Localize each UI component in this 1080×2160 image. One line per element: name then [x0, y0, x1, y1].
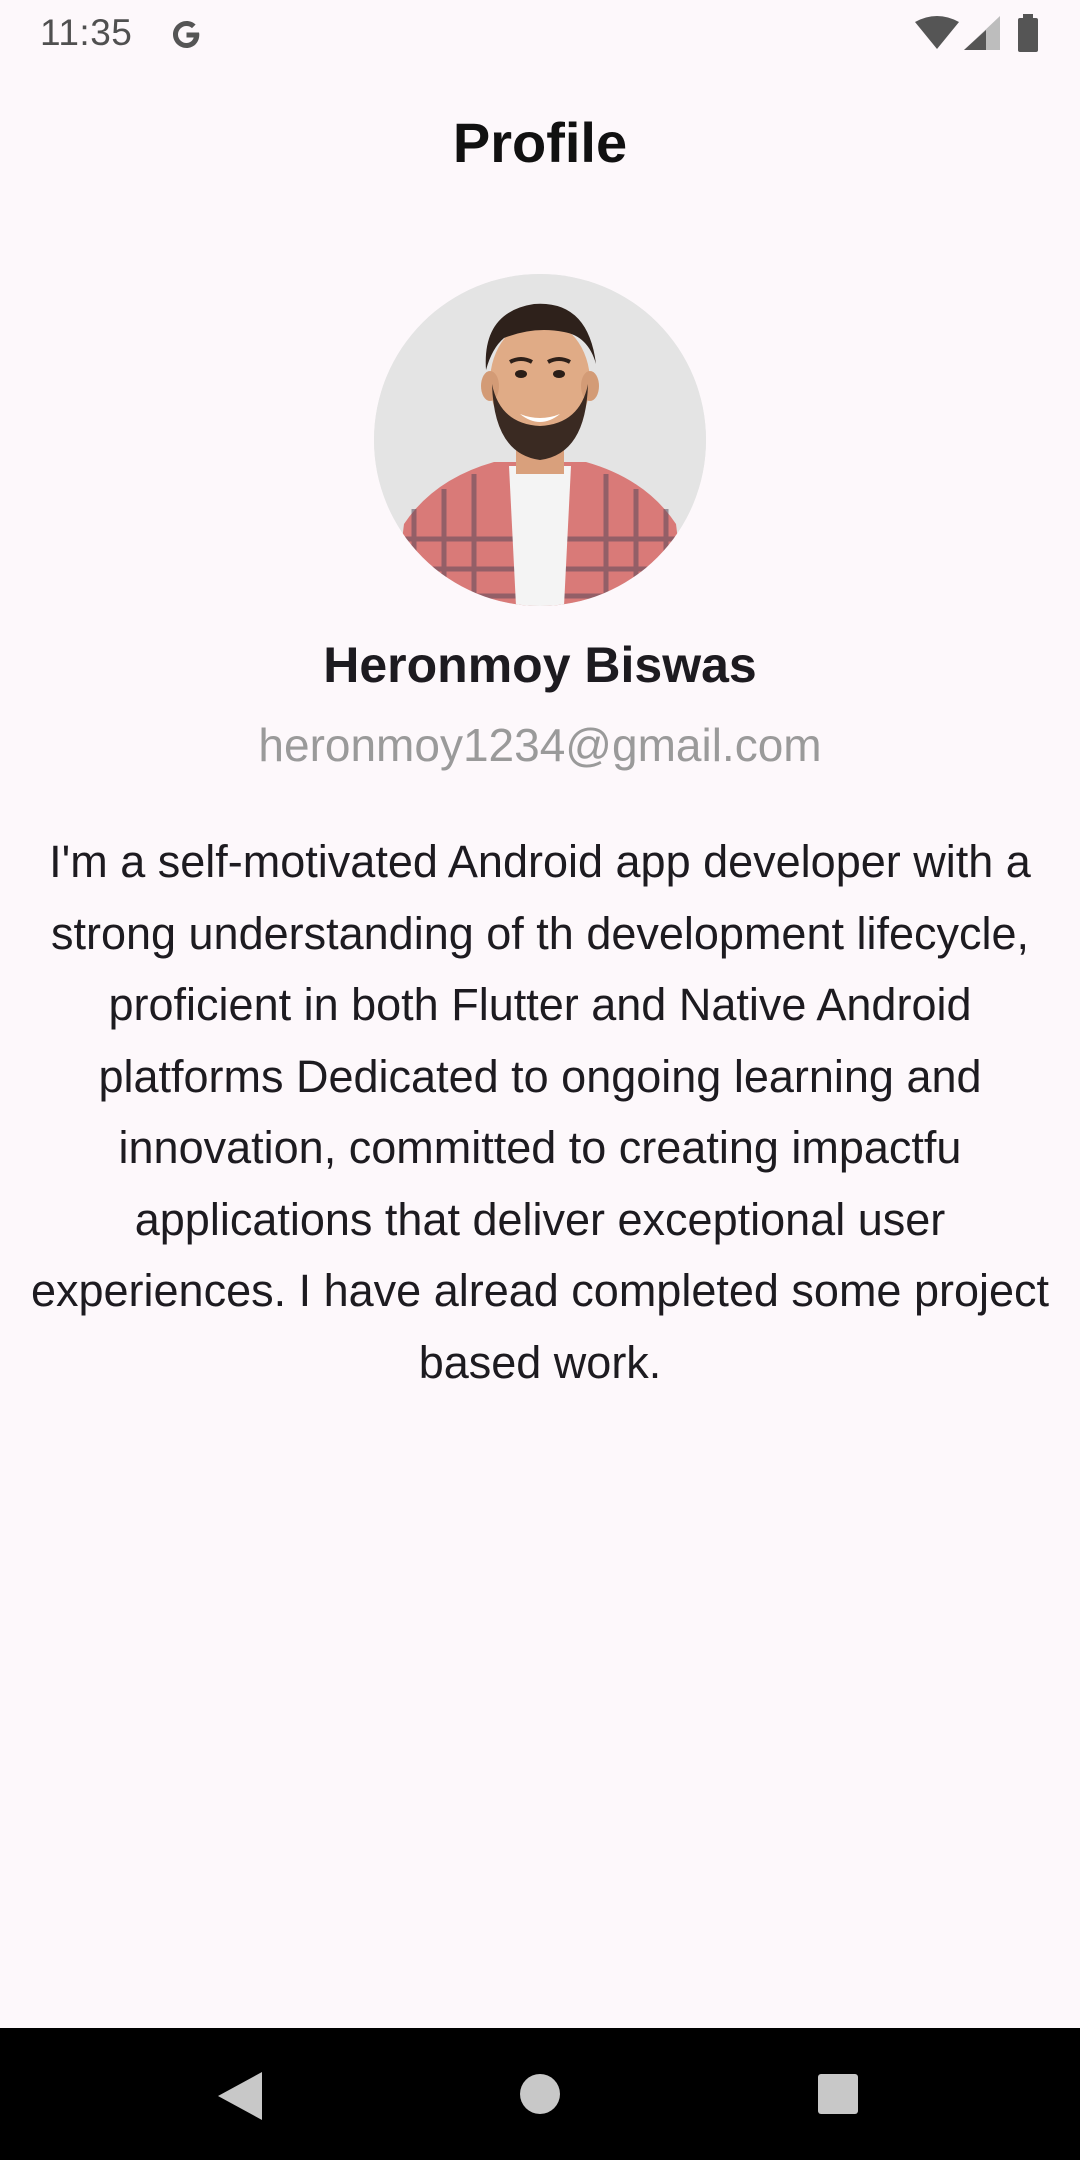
status-bar: 11:35: [0, 0, 1080, 66]
profile-email: heronmoy1234@gmail.com: [258, 719, 822, 771]
back-icon[interactable]: [218, 2072, 262, 2120]
avatar: [374, 274, 706, 606]
profile-name: Heronmoy Biswas: [323, 637, 757, 693]
app-bar: Profile: [0, 66, 1080, 218]
home-icon[interactable]: [520, 2074, 560, 2114]
cellular-signal-icon: [964, 16, 1000, 50]
profile-bio: I'm a self-motivated Android app develop…: [30, 836, 1050, 1388]
profile-screen: 11:35 Profile Heronmoy Biswas heronmoy12…: [0, 0, 1080, 2160]
profile-photo: [374, 274, 706, 606]
google-icon: [173, 21, 200, 48]
recents-icon[interactable]: [818, 2074, 858, 2114]
page-title: Profile: [452, 110, 628, 174]
status-time: 11:35: [40, 12, 133, 53]
battery-icon: [1018, 14, 1038, 52]
navigation-bar: [0, 2028, 1080, 2160]
wifi-icon: [915, 16, 959, 49]
